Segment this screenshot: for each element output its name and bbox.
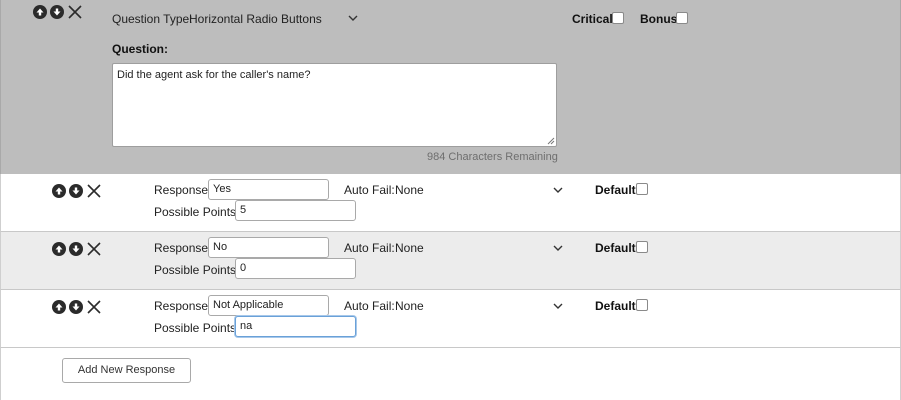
default-checkbox[interactable]	[636, 241, 648, 253]
characters-remaining: 984 Characters Remaining	[427, 151, 558, 163]
move-down-icon[interactable]	[50, 5, 64, 19]
possible-points-input[interactable]: 5	[235, 200, 356, 221]
response-label: Response:	[154, 183, 212, 197]
move-up-icon[interactable]	[52, 242, 66, 256]
auto-fail-select[interactable]: None	[395, 241, 424, 255]
move-up-icon[interactable]	[52, 300, 66, 314]
move-up-icon[interactable]	[33, 5, 47, 19]
move-down-icon[interactable]	[69, 242, 83, 256]
chevron-down-icon[interactable]	[553, 303, 563, 309]
auto-fail-select[interactable]: None	[395, 299, 424, 313]
response-input[interactable]: Yes	[208, 179, 329, 200]
bonus-checkbox[interactable]	[676, 12, 688, 24]
question-text: Did the agent ask for the caller's name?	[117, 69, 311, 81]
move-up-icon[interactable]	[52, 184, 66, 198]
move-down-icon[interactable]	[69, 184, 83, 198]
move-down-icon[interactable]	[69, 300, 83, 314]
auto-fail-label: Auto Fail:	[344, 183, 395, 197]
close-icon[interactable]	[86, 241, 102, 257]
question-label: Question:	[112, 42, 168, 56]
response-input[interactable]: No	[208, 237, 329, 258]
add-new-response-button[interactable]: Add New Response	[62, 358, 191, 383]
question-type-select[interactable]: Horizontal Radio Buttons	[189, 12, 322, 26]
chevron-down-icon[interactable]	[553, 187, 563, 193]
critical-label: Critical:	[572, 12, 617, 26]
auto-fail-select[interactable]: None	[395, 183, 424, 197]
chevron-down-icon[interactable]	[348, 15, 358, 21]
close-icon[interactable]	[86, 299, 102, 315]
response-row	[0, 232, 901, 290]
response-input[interactable]: Not Applicable	[208, 295, 329, 316]
question-textarea[interactable]: Did the agent ask for the caller's name?	[112, 63, 557, 147]
response-label: Response:	[154, 299, 212, 313]
default-checkbox[interactable]	[636, 183, 648, 195]
critical-checkbox[interactable]	[612, 12, 624, 24]
possible-points-label: Possible Points:	[154, 263, 240, 277]
response-row	[0, 174, 901, 232]
chevron-down-icon[interactable]	[553, 245, 563, 251]
auto-fail-label: Auto Fail:	[344, 299, 395, 313]
resize-grip-icon[interactable]	[547, 137, 555, 145]
response-label: Response:	[154, 241, 212, 255]
possible-points-label: Possible Points:	[154, 321, 240, 335]
default-label: Default:	[595, 299, 640, 313]
possible-points-input[interactable]: 0	[235, 258, 356, 279]
response-row	[0, 290, 901, 348]
default-label: Default:	[595, 183, 640, 197]
close-icon[interactable]	[67, 4, 83, 20]
default-checkbox[interactable]	[636, 299, 648, 311]
possible-points-label: Possible Points:	[154, 205, 240, 219]
default-label: Default:	[595, 241, 640, 255]
auto-fail-label: Auto Fail:	[344, 241, 395, 255]
question-type-label: Question Type:	[112, 12, 193, 26]
close-icon[interactable]	[86, 183, 102, 199]
possible-points-input[interactable]: na	[235, 316, 356, 337]
